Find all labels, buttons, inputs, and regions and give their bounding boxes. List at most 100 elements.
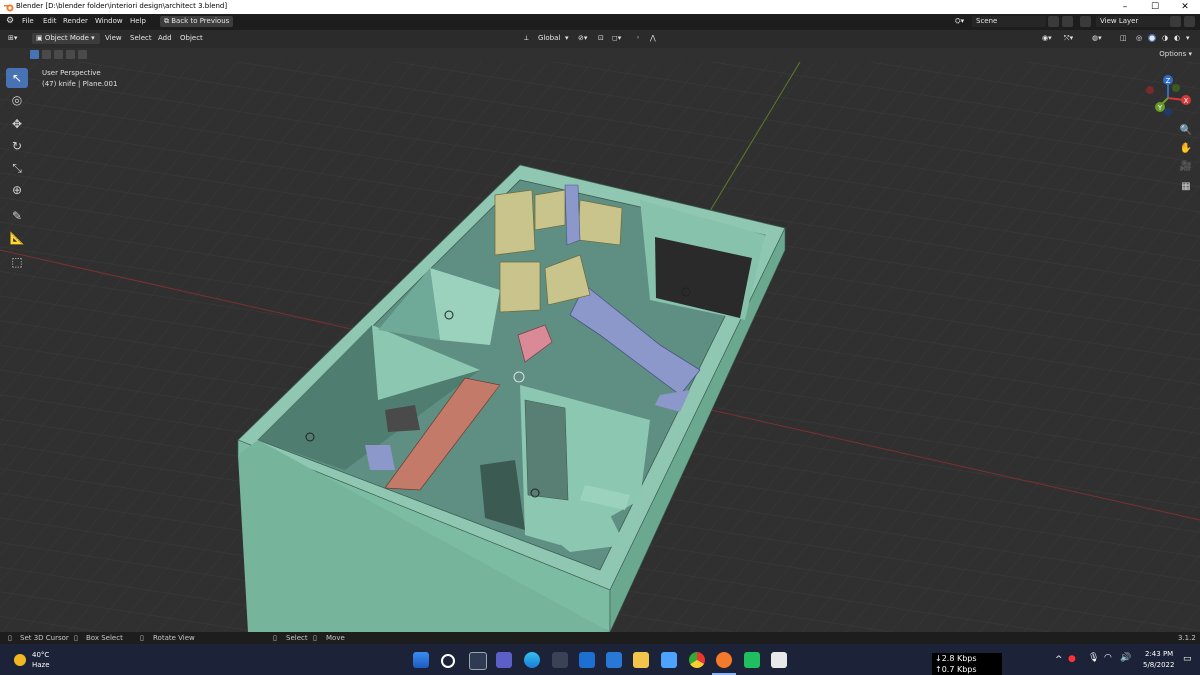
network-speed-widget: ↓2.8 Kbps ↑0.7 Kbps: [932, 653, 1002, 675]
snap-target-icon[interactable]: ◻▾: [612, 34, 621, 42]
status-box-select: Box Select: [86, 634, 123, 642]
microphone-icon[interactable]: 🎙: [1088, 653, 1099, 663]
select-extend-icon[interactable]: [42, 50, 51, 59]
solid-shading-icon[interactable]: ●: [1148, 34, 1157, 42]
gizmo-toggle-icon[interactable]: ⤲▾: [1064, 34, 1073, 43]
gizmo-neg-z[interactable]: [1164, 108, 1172, 116]
rotate-tool[interactable]: ↻: [6, 136, 28, 156]
menu-file[interactable]: File: [22, 17, 34, 25]
orientation-chevron-icon[interactable]: ▾: [565, 34, 569, 42]
clock-time[interactable]: 2:43 PM: [1145, 650, 1173, 658]
mouse-middle-icon: ▯: [140, 634, 144, 642]
measure-tool[interactable]: 📐: [6, 228, 28, 248]
show-hidden-icons-icon[interactable]: ^: [1055, 655, 1063, 665]
view-layer-icon[interactable]: [1080, 16, 1091, 27]
search-icon[interactable]: [441, 654, 455, 668]
shading-options-icon[interactable]: ▾: [1186, 34, 1190, 42]
weather-temperature[interactable]: 40°C: [32, 651, 49, 659]
pivot-icon[interactable]: ⊘▾: [578, 34, 587, 42]
new-scene-icon[interactable]: [1048, 16, 1059, 27]
menu-select[interactable]: Select: [130, 34, 152, 42]
scene-icon[interactable]: ⛭▾: [955, 17, 964, 26]
task-view-icon[interactable]: [469, 652, 487, 670]
scale-tool[interactable]: ⤡: [6, 158, 28, 178]
perspective-label: User Perspective: [42, 69, 101, 77]
xray-icon[interactable]: ◫: [1120, 34, 1127, 42]
down-arrow-icon: ↓: [935, 654, 942, 663]
pan-hand-icon[interactable]: ✋: [1178, 140, 1194, 156]
minimize-button[interactable]: –: [1110, 0, 1140, 14]
menu-help[interactable]: Help: [130, 17, 146, 25]
menu-object[interactable]: Object: [180, 34, 203, 42]
orientation-dropdown[interactable]: Global: [538, 34, 560, 42]
transform-tool[interactable]: ⊕: [6, 180, 28, 200]
desktop-icon[interactable]: [606, 652, 622, 668]
overlays-icon[interactable]: ◍▾: [1092, 34, 1102, 42]
proportional-edit-icon[interactable]: ◦: [636, 34, 640, 42]
select-new-icon[interactable]: [30, 50, 39, 59]
transform-orientation-icon: ⟂: [524, 34, 529, 42]
wifi-icon[interactable]: ◠: [1104, 653, 1112, 663]
mouse-left-icon: ▯: [8, 634, 12, 642]
status-rotate-view: Rotate View: [153, 634, 195, 642]
object-mode-dropdown[interactable]: ▣ Object Mode ▾: [32, 33, 100, 44]
camera-view-icon[interactable]: 🎥: [1178, 158, 1194, 174]
blender-taskbar-icon[interactable]: [716, 652, 732, 668]
menu-window[interactable]: Window: [95, 17, 123, 25]
file-explorer-icon[interactable]: [633, 652, 649, 668]
zoom-icon[interactable]: 🔍: [1178, 122, 1194, 138]
edge-browser-icon[interactable]: [524, 652, 540, 668]
blender-menu-icon[interactable]: ⚙: [6, 16, 14, 26]
wireframe-shading-icon[interactable]: ◎: [1136, 34, 1142, 42]
visibility-icon[interactable]: ◉▾: [1042, 34, 1052, 42]
options-dropdown[interactable]: Options ▾: [1159, 50, 1192, 58]
tray-app-icon[interactable]: ●: [1068, 654, 1076, 664]
gizmo-neg-y[interactable]: [1172, 84, 1180, 92]
photos-icon[interactable]: [661, 652, 677, 668]
perspective-toggle-icon[interactable]: ▦: [1178, 178, 1194, 194]
windows-start-icon[interactable]: [413, 652, 429, 668]
maximize-button[interactable]: ☐: [1140, 0, 1170, 14]
green-app-icon[interactable]: [744, 652, 760, 668]
move-tool[interactable]: ✥: [6, 114, 28, 134]
volume-icon[interactable]: 🔊: [1120, 653, 1131, 663]
teams-chat-icon[interactable]: [496, 652, 512, 668]
gizmo-neg-x[interactable]: [1146, 86, 1154, 94]
new-view-layer-icon[interactable]: [1170, 16, 1181, 27]
select-subtract-icon[interactable]: [54, 50, 63, 59]
snap-icon[interactable]: ⊡: [598, 34, 604, 42]
clock-date[interactable]: 5/8/2022: [1143, 661, 1174, 669]
add-cube-tool[interactable]: ⬚: [6, 252, 28, 272]
document-app-icon[interactable]: [771, 652, 787, 668]
delete-scene-icon[interactable]: [1062, 16, 1073, 27]
menu-add[interactable]: Add: [158, 34, 172, 42]
view-layer-field[interactable]: View Layer: [1096, 16, 1170, 27]
rendered-shading-icon[interactable]: ◐: [1174, 34, 1180, 42]
delete-view-layer-icon[interactable]: [1184, 16, 1195, 27]
editor-type-icon[interactable]: ⊞▾: [8, 34, 17, 42]
menu-edit[interactable]: Edit: [43, 17, 57, 25]
notifications-icon[interactable]: ▭: [1183, 654, 1192, 664]
mail-icon[interactable]: [579, 652, 595, 668]
select-invert-icon[interactable]: [66, 50, 75, 59]
select-intersect-icon[interactable]: [78, 50, 87, 59]
menu-view[interactable]: View: [105, 34, 122, 42]
select-box-tool[interactable]: ↖: [6, 68, 28, 88]
falloff-icon[interactable]: ⋀: [650, 34, 656, 42]
menu-render[interactable]: Render: [63, 17, 88, 25]
material-shading-icon[interactable]: ◑: [1162, 34, 1168, 42]
cursor-tool[interactable]: ◎: [6, 90, 28, 110]
scene-field[interactable]: Scene: [972, 16, 1046, 27]
weather-sun-icon[interactable]: [14, 654, 26, 666]
close-button[interactable]: ✕: [1170, 0, 1200, 14]
annotate-tool[interactable]: ✎: [6, 206, 28, 226]
weather-condition[interactable]: Haze: [32, 661, 50, 669]
net-down-label: ↓2.8 Kbps: [935, 654, 977, 663]
kitchen-cabinet[interactable]: [494, 189, 536, 256]
viewport-3d[interactable]: Z X Y: [0, 62, 1200, 632]
status-move: Move: [326, 634, 345, 642]
back-to-previous-button[interactable]: ⧉ Back to Previous: [160, 16, 234, 27]
microsoft-store-icon[interactable]: [552, 652, 568, 668]
object-info-label: (47) knife | Plane.001: [42, 80, 118, 88]
chrome-icon[interactable]: [689, 652, 705, 668]
